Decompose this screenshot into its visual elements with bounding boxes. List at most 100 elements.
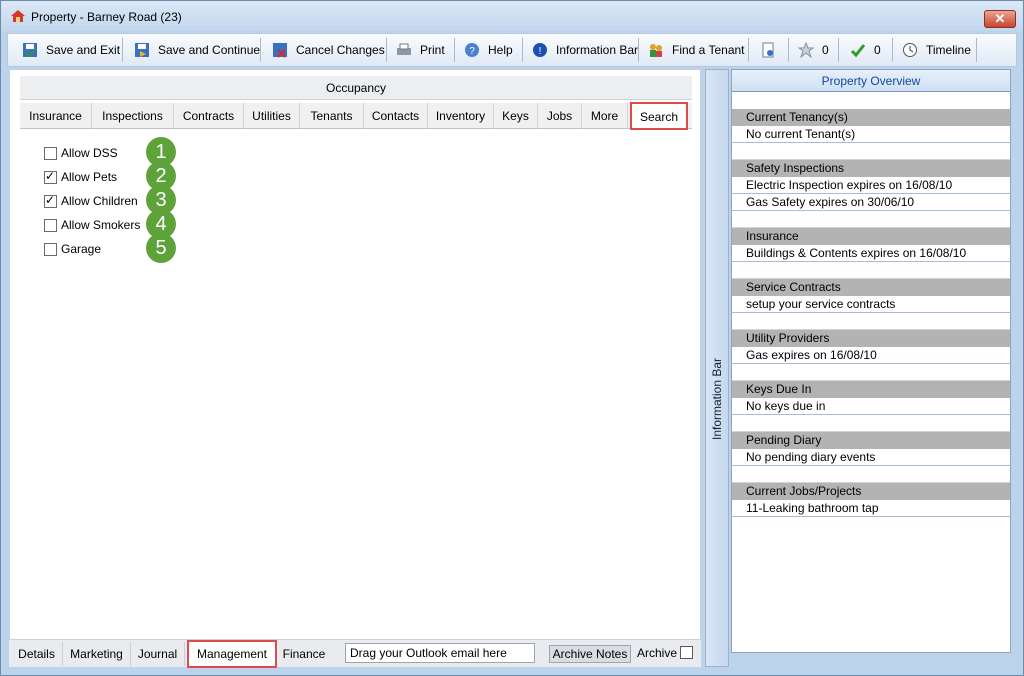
help-label: Help <box>488 43 513 57</box>
occupancy-header: Occupancy <box>20 76 692 100</box>
tab-finance[interactable]: Finance <box>277 642 331 666</box>
option-allow-smokers[interactable]: Allow Smokers <box>44 216 140 234</box>
find-tenant-label: Find a Tenant <box>672 43 745 57</box>
section-current-jobs: Current Jobs/Projects <box>732 483 1010 500</box>
tab-tenants[interactable]: Tenants <box>300 103 364 129</box>
option-allow-children[interactable]: Allow Children <box>44 192 138 210</box>
window-title: Property - Barney Road (23) <box>31 10 182 24</box>
property-overview-header: Property Overview <box>732 70 1010 92</box>
tab-marketing[interactable]: Marketing <box>63 642 131 666</box>
svg-text:?: ? <box>469 46 475 57</box>
document-button[interactable] <box>760 34 784 66</box>
info-icon: ! <box>532 42 548 58</box>
information-bar-toggle[interactable]: Information Bar <box>705 69 729 667</box>
find-tenant-icon <box>648 42 664 58</box>
title-bar: Property - Barney Road (23) ✕ <box>1 1 1023 31</box>
close-button[interactable]: ✕ <box>984 10 1016 28</box>
clock-icon <box>902 42 918 58</box>
star-icon <box>797 41 815 59</box>
section-insurance: Insurance <box>732 228 1010 245</box>
allow-smokers-label: Allow Smokers <box>61 218 141 232</box>
toolbar: Save and Exit Save and Continue Cancel C… <box>7 33 1017 67</box>
star-button[interactable]: 0 <box>797 34 829 66</box>
section-row: Gas expires on 16/08/10 <box>732 347 1010 364</box>
tab-strip: Insurance Inspections Contracts Utilitie… <box>20 102 692 130</box>
tab-contacts[interactable]: Contacts <box>364 103 428 129</box>
save-continue-icon <box>134 42 150 58</box>
section-row: Gas Safety expires on 30/06/10 <box>732 194 1010 211</box>
section-pending-diary: Pending Diary <box>732 432 1010 449</box>
find-tenant-button[interactable]: Find a Tenant <box>648 34 745 66</box>
svg-text:!: ! <box>539 46 542 57</box>
property-overview-panel: Property Overview Current Tenancy(s) No … <box>731 69 1011 653</box>
tab-jobs[interactable]: Jobs <box>538 103 582 129</box>
house-icon <box>11 10 25 22</box>
bottom-tab-bar: Details Marketing Journal Management Fin… <box>9 639 701 668</box>
tab-contracts[interactable]: Contracts <box>174 103 244 129</box>
information-bar-label: Information Bar <box>556 43 639 57</box>
cancel-icon <box>272 42 288 58</box>
information-bar-vertical-label: Information Bar <box>710 357 724 440</box>
section-row: setup your service contracts <box>732 296 1010 313</box>
tab-inventory[interactable]: Inventory <box>428 103 494 129</box>
tab-insurance[interactable]: Insurance <box>20 103 92 129</box>
section-row: Buildings & Contents expires on 16/08/10 <box>732 245 1010 262</box>
allow-dss-checkbox[interactable] <box>44 146 57 160</box>
section-row: Electric Inspection expires on 16/08/10 <box>732 177 1010 194</box>
check-icon <box>850 42 866 58</box>
option-allow-pets[interactable]: Allow Pets <box>44 168 117 186</box>
save-exit-icon <box>22 42 38 58</box>
save-exit-label: Save and Exit <box>46 43 121 57</box>
save-continue-label: Save and Continue <box>158 43 261 57</box>
help-icon: ? <box>464 42 480 58</box>
timeline-button[interactable]: Timeline <box>902 34 971 66</box>
archive-label: Archive <box>637 646 678 660</box>
cancel-changes-label: Cancel Changes <box>296 43 385 57</box>
section-utility-providers: Utility Providers <box>732 330 1010 347</box>
tab-search[interactable]: Search <box>630 102 688 130</box>
section-row: 11-Leaking bathroom tap <box>732 500 1010 517</box>
allow-dss-label: Allow DSS <box>61 146 118 160</box>
section-safety-inspections: Safety Inspections <box>732 160 1010 177</box>
section-row: No current Tenant(s) <box>732 126 1010 143</box>
tab-keys[interactable]: Keys <box>494 103 538 129</box>
tab-journal[interactable]: Journal <box>131 642 185 666</box>
print-button[interactable]: Print <box>396 34 445 66</box>
allow-pets-label: Allow Pets <box>61 170 118 184</box>
help-button[interactable]: ? Help <box>464 34 513 66</box>
tab-inspections[interactable]: Inspections <box>92 103 174 129</box>
check-button[interactable]: 0 <box>850 34 881 66</box>
step-badge-5: 5 <box>146 233 176 263</box>
cancel-changes-button[interactable]: Cancel Changes <box>272 34 385 66</box>
tab-more[interactable]: More <box>582 103 628 129</box>
star-count: 0 <box>822 43 829 57</box>
save-exit-button[interactable]: Save and Exit <box>22 34 120 66</box>
allow-pets-checkbox[interactable] <box>44 169 57 184</box>
section-row: No keys due in <box>732 398 1010 415</box>
print-label: Print <box>420 43 445 57</box>
garage-label: Garage <box>61 242 102 256</box>
archive-checkbox[interactable] <box>680 646 693 659</box>
tab-utilities[interactable]: Utilities <box>244 103 300 129</box>
garage-checkbox[interactable] <box>44 242 57 256</box>
section-service-contracts: Service Contracts <box>732 279 1010 296</box>
allow-children-checkbox[interactable] <box>44 193 57 208</box>
allow-smokers-checkbox[interactable] <box>44 218 57 232</box>
option-garage[interactable]: Garage <box>44 240 101 258</box>
tab-management[interactable]: Management <box>187 640 277 668</box>
occupancy-panel: Occupancy Insurance Inspections Contract… <box>9 69 701 667</box>
timeline-label: Timeline <box>926 43 971 57</box>
information-bar-button[interactable]: ! Information Bar <box>532 34 638 66</box>
allow-children-label: Allow Children <box>61 194 138 208</box>
section-keys-due-in: Keys Due In <box>732 381 1010 398</box>
section-current-tenancy: Current Tenancy(s) <box>732 109 1010 126</box>
option-allow-dss[interactable]: Allow DSS <box>44 144 118 162</box>
outlook-drop-zone[interactable]: Drag your Outlook email here <box>345 643 535 663</box>
document-icon <box>760 42 776 58</box>
section-row: No pending diary events <box>732 449 1010 466</box>
property-window: Property - Barney Road (23) ✕ Save and E… <box>0 0 1024 676</box>
tab-details[interactable]: Details <box>11 642 63 666</box>
printer-icon <box>396 42 412 58</box>
save-continue-button[interactable]: Save and Continue <box>134 34 260 66</box>
archive-notes-button[interactable]: Archive Notes <box>549 645 631 663</box>
